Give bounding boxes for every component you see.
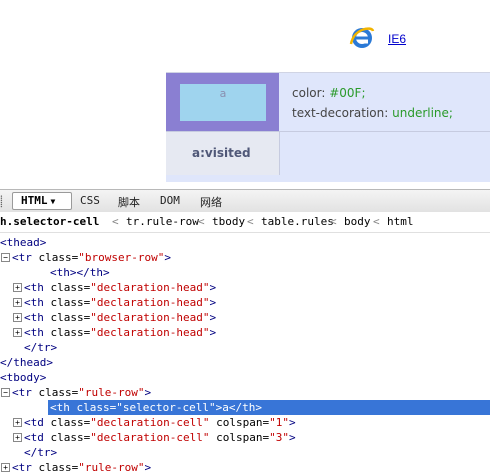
declaration-prop: text-decoration:: [292, 106, 389, 120]
breadcrumb-item[interactable]: tr.rule-row: [126, 212, 199, 232]
tab-html[interactable]: HTML ▼: [12, 192, 72, 210]
tab-net[interactable]: 网络: [200, 194, 222, 210]
breadcrumb-item[interactable]: h.selector-cell: [0, 212, 99, 232]
next-row: [166, 175, 490, 182]
tree-node[interactable]: <th class="declaration-head">: [24, 325, 216, 340]
breadcrumb-item[interactable]: body: [344, 212, 371, 232]
tree-node[interactable]: </thead>: [0, 355, 53, 370]
inspect-icon[interactable]: ⸽: [0, 194, 3, 209]
visited-declaration-cell: [279, 131, 490, 176]
tree-node[interactable]: <th></th>: [50, 265, 110, 280]
breadcrumb-item[interactable]: html: [387, 212, 414, 232]
ie6-link[interactable]: IE6: [388, 32, 406, 46]
collapse-icon[interactable]: −: [1, 388, 10, 397]
declaration-prop: color:: [292, 86, 326, 100]
html-tree-panel: <thead> <tr class="browser-row"> − <th></th…: [0, 233, 490, 475]
expand-icon[interactable]: +: [1, 463, 10, 472]
declaration-line-text-decoration: text-decoration: underline;: [292, 106, 453, 120]
tree-node[interactable]: <th class="declaration-head">: [24, 280, 216, 295]
tab-css[interactable]: CSS: [80, 194, 100, 207]
tab-script[interactable]: 脚本: [118, 194, 140, 210]
collapse-icon[interactable]: −: [1, 253, 10, 262]
tree-node[interactable]: </tr>: [24, 340, 57, 355]
internet-explorer-icon: [349, 27, 375, 48]
tree-node[interactable]: <tbody>: [0, 370, 46, 385]
visited-selector-label: a:visited: [192, 146, 251, 160]
tree-node[interactable]: </tr>: [24, 445, 57, 460]
breadcrumb-separator: <: [330, 215, 337, 228]
breadcrumb-item[interactable]: tbody: [212, 212, 245, 232]
declaration-line-color: color: #00F;: [292, 86, 366, 100]
tab-dom[interactable]: DOM: [160, 194, 180, 207]
expand-icon[interactable]: +: [13, 433, 22, 442]
expand-icon[interactable]: +: [13, 283, 22, 292]
breadcrumb-item[interactable]: table.rules: [261, 212, 334, 232]
tree-node[interactable]: <th class="declaration-head">: [24, 295, 216, 310]
tree-node[interactable]: <th class="declaration-head">: [24, 310, 216, 325]
tab-html-label: HTML: [21, 194, 48, 207]
tree-node[interactable]: <thead>: [0, 235, 46, 250]
rendered-page: IE6 a color: #00F; text-decoration: unde…: [0, 0, 490, 182]
firebug-toolbar: ⸽ HTML ▼ CSS 脚本 DOM 网络: [0, 189, 490, 213]
selector-cell-a: a: [180, 84, 266, 121]
tree-node[interactable]: <td class="declaration-cell" colspan="3"…: [24, 430, 296, 445]
breadcrumb-separator: <: [247, 215, 254, 228]
tree-node-selected[interactable]: <th class="selector-cell">a</th>: [48, 400, 490, 415]
expand-icon[interactable]: +: [13, 418, 22, 427]
expand-icon[interactable]: +: [13, 328, 22, 337]
declaration-value: #00F;: [329, 86, 366, 100]
declaration-value: underline;: [392, 106, 453, 120]
expand-icon[interactable]: +: [13, 298, 22, 307]
breadcrumb: h.selector-cell < tr.rule-row < tbody < …: [0, 212, 490, 233]
tree-node[interactable]: <tr class="rule-row">: [12, 460, 151, 475]
breadcrumb-separator: <: [373, 215, 380, 228]
tree-node[interactable]: <tr class="browser-row">: [12, 250, 171, 265]
expand-icon[interactable]: +: [13, 313, 22, 322]
breadcrumb-separator: <: [112, 215, 119, 228]
tree-node[interactable]: <td class="declaration-cell" colspan="1"…: [24, 415, 296, 430]
declaration-cell: [279, 73, 490, 131]
chevron-down-icon: ▼: [50, 197, 56, 206]
tree-node[interactable]: <tr class="rule-row">: [12, 385, 151, 400]
breadcrumb-separator: <: [198, 215, 205, 228]
